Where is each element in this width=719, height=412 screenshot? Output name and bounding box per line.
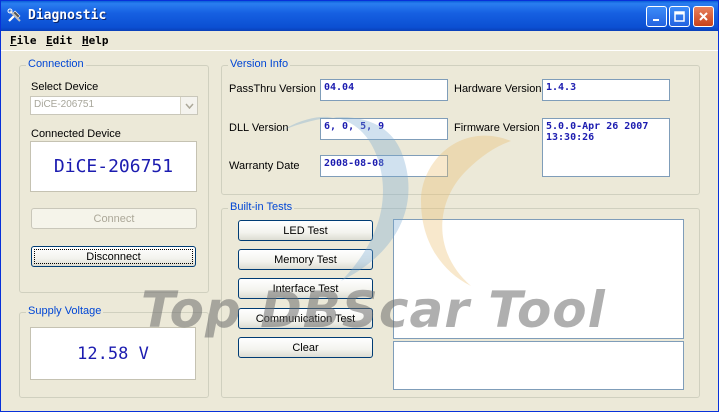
- led-test-button[interactable]: LED Test: [238, 220, 373, 241]
- minimize-icon: [652, 18, 659, 21]
- clear-button[interactable]: Clear: [238, 337, 373, 358]
- test-log-box[interactable]: [393, 341, 684, 390]
- diagnostic-window: Diagnostic File Edit Help Connection Sel…: [0, 0, 719, 412]
- supply-voltage-title: Supply Voltage: [26, 305, 104, 317]
- warranty-date-label: Warranty Date: [229, 160, 300, 172]
- menu-edit[interactable]: Edit: [46, 34, 73, 47]
- maximize-icon: [674, 11, 685, 22]
- communication-test-button[interactable]: Communication Test: [238, 308, 373, 329]
- combo-dropdown-button[interactable]: [180, 97, 197, 114]
- maximize-button[interactable]: [669, 6, 690, 27]
- select-device-label: Select Device: [31, 81, 99, 93]
- connection-group-title: Connection: [26, 58, 86, 70]
- title-bar[interactable]: Diagnostic: [1, 1, 718, 31]
- dll-version-label: DLL Version: [229, 122, 289, 134]
- tools-icon: [7, 8, 21, 22]
- select-device-combo[interactable]: DiCE-206751: [30, 96, 198, 115]
- version-info-title: Version Info: [228, 58, 291, 70]
- hardware-version-field: 1.4.3: [542, 79, 670, 101]
- connected-device-label: Connected Device: [31, 128, 121, 140]
- supply-voltage-display: 12.58 V: [30, 327, 196, 380]
- passthru-version-field: 04.04: [320, 79, 448, 101]
- close-icon: [699, 12, 708, 21]
- menu-help[interactable]: Help: [82, 34, 109, 47]
- disconnect-button[interactable]: Disconnect: [31, 246, 196, 267]
- minimize-button[interactable]: [646, 6, 667, 27]
- interface-test-button[interactable]: Interface Test: [238, 278, 373, 299]
- menu-bar: File Edit Help: [1, 31, 718, 51]
- window-title: Diagnostic: [28, 8, 107, 23]
- dll-version-field: 6, 0, 5, 9: [320, 118, 448, 140]
- test-results-list[interactable]: [393, 219, 684, 339]
- connected-device-display: DiCE-206751: [30, 141, 197, 192]
- memory-test-button[interactable]: Memory Test: [238, 249, 373, 270]
- close-button[interactable]: [693, 6, 714, 27]
- firmware-version-label: Firmware Version: [454, 122, 540, 134]
- firmware-version-field: 5.0.0-Apr 26 2007 13:30:26: [542, 118, 670, 177]
- built-in-tests-title: Built-in Tests: [228, 201, 295, 213]
- hardware-version-label: Hardware Version: [454, 83, 542, 95]
- passthru-version-label: PassThru Version: [229, 83, 316, 95]
- select-device-value: DiCE-206751: [34, 99, 95, 110]
- connect-button[interactable]: Connect: [31, 208, 197, 229]
- chevron-down-icon: [184, 103, 194, 109]
- warranty-date-field: 2008-08-08: [320, 155, 448, 177]
- menu-file[interactable]: File: [10, 34, 37, 47]
